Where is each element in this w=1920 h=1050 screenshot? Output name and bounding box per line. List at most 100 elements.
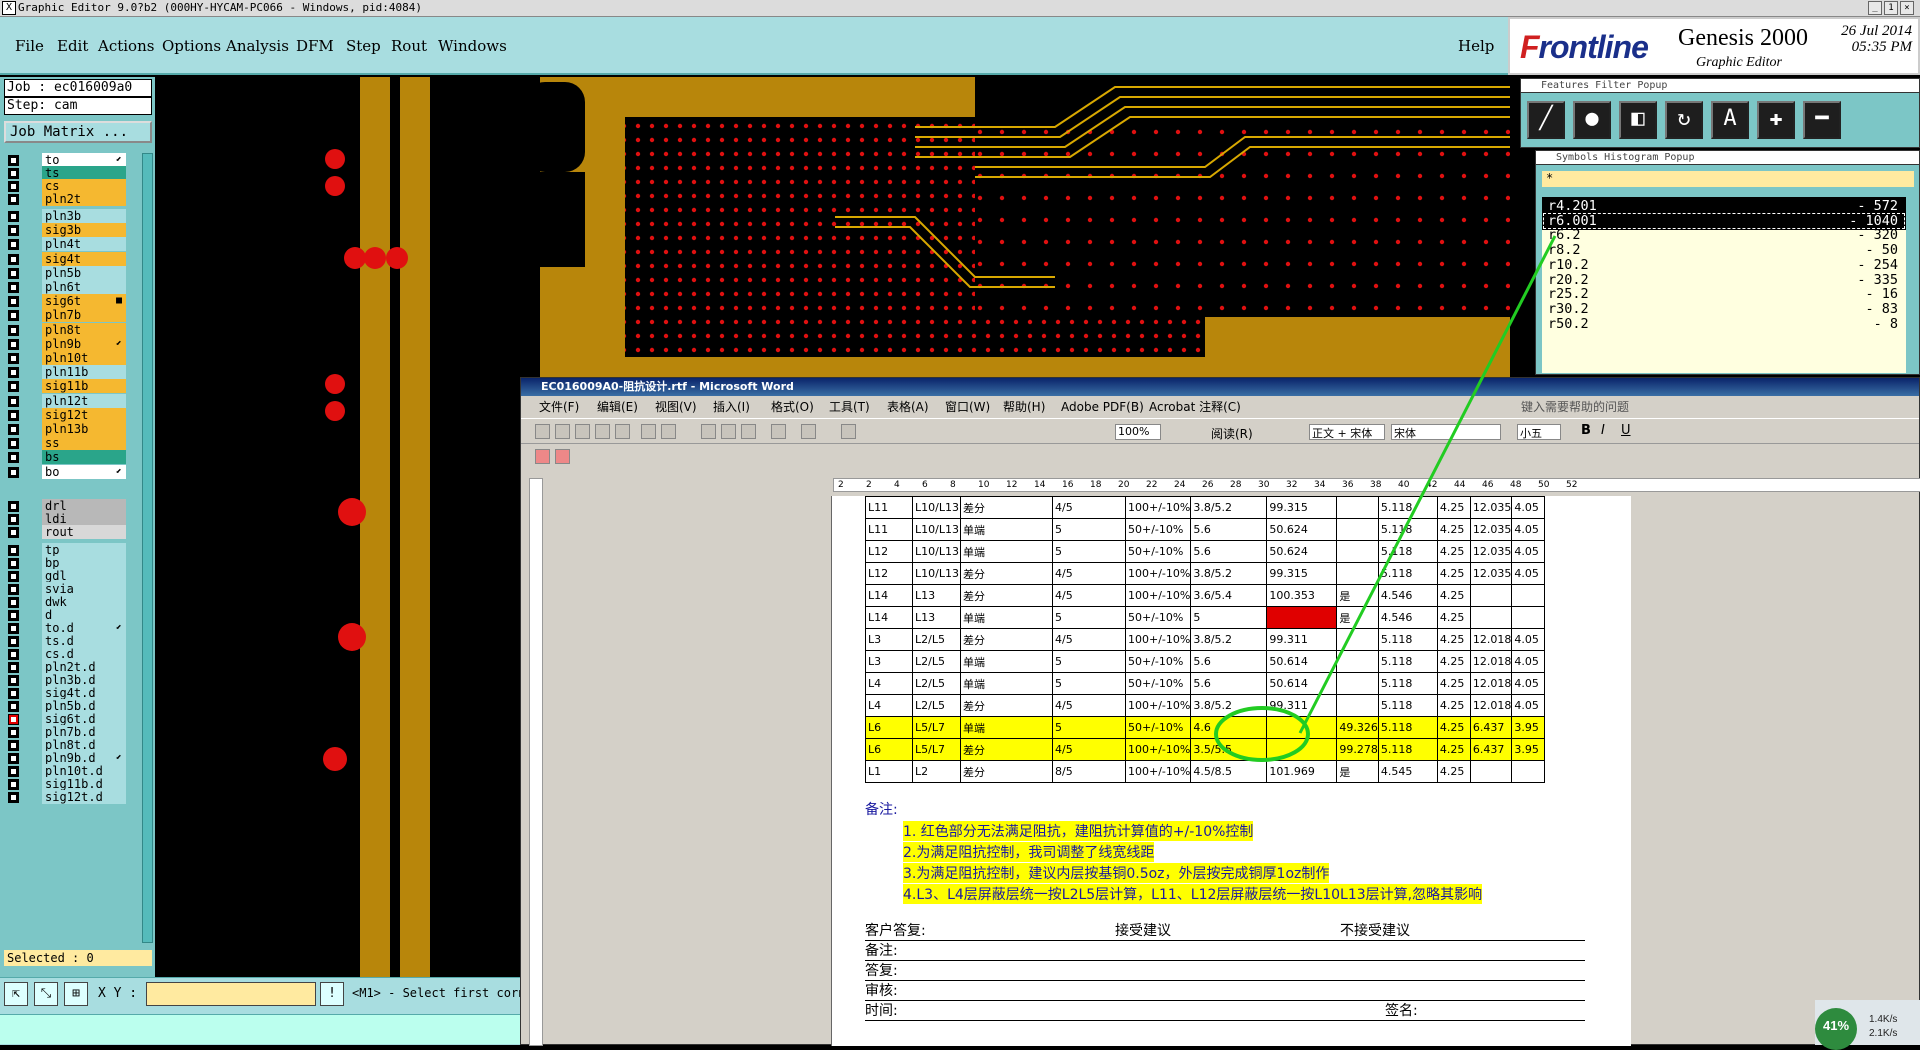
layer-checkbox[interactable] [8,466,19,478]
layer-checkbox[interactable] [8,225,19,237]
word-menu-window[interactable]: 窗口(W) [945,397,990,417]
table-cell[interactable]: 12.018 [1469,672,1513,695]
table-cell[interactable]: 5.118 [1377,738,1438,761]
layer-checkbox[interactable] [8,623,19,634]
word-menu-edit[interactable]: 编辑(E) [597,397,638,417]
layer-checkbox[interactable] [8,409,19,421]
table-cell[interactable]: 4/5 [1052,562,1126,585]
table-cell[interactable]: 4.25 [1436,562,1471,585]
table-cell[interactable] [1336,650,1379,673]
layer-checkbox[interactable] [8,296,19,308]
word-menu-help[interactable]: 帮助(H) [1003,397,1045,417]
table-cell[interactable] [1266,606,1338,629]
layer-row[interactable]: cs [4,179,141,193]
menu-edit[interactable]: Edit [57,37,88,55]
layer-row[interactable]: bs [4,450,141,465]
layer-row[interactable]: rout [4,525,141,539]
table-cell[interactable]: 3.95 [1511,716,1546,739]
table-cell[interactable]: 4/5 [1052,628,1126,651]
xy-input[interactable] [146,982,316,1006]
menu-windows[interactable]: Windows [438,37,507,55]
layer-checkbox[interactable] [8,514,19,525]
print-icon[interactable] [615,424,630,439]
layer-checkbox[interactable] [8,766,19,777]
layer-checkbox[interactable] [8,545,19,556]
layer-row[interactable]: pln9b.d ⬋ [4,751,141,765]
table-cell[interactable]: 12.035 [1469,496,1513,519]
table-cell[interactable]: 5 [1052,672,1126,695]
underline-button[interactable]: U [1621,423,1631,438]
table-cell[interactable] [1336,672,1379,695]
layer-row[interactable]: ts [4,166,141,180]
table-cell[interactable]: 4/5 [1052,738,1126,761]
layer-checkbox[interactable] [8,636,19,647]
table-cell[interactable]: L4 [865,672,913,695]
table-cell[interactable]: L5/L7 [912,738,961,761]
help-search-box[interactable]: 键入需要帮助的问题 [1521,397,1629,417]
table-cell[interactable]: 4/5 [1052,584,1126,607]
layer-checkbox[interactable] [8,452,19,464]
pad-icon[interactable]: ● [1573,101,1611,139]
table-cell[interactable]: L1 [865,760,913,783]
restore-button[interactable]: 1 [1884,1,1898,15]
table-cell[interactable]: 50.614 [1266,650,1338,673]
layer-checkbox[interactable] [8,597,19,608]
table-cell[interactable]: 是 [1336,760,1379,783]
table-cell[interactable]: 3.8/5.2 [1190,628,1268,651]
table-cell[interactable]: 100.353 [1266,584,1338,607]
table-cell[interactable]: L6 [865,716,913,739]
table-cell[interactable]: 100+/-10% [1124,694,1192,717]
layer-checkbox[interactable] [8,688,19,699]
table-cell[interactable]: 5 [1190,606,1268,629]
menu-file[interactable]: File [15,37,44,55]
table-cell[interactable]: 差分 [960,562,1053,585]
print-preview-icon[interactable] [641,424,656,439]
table-cell[interactable]: 4.25 [1436,716,1471,739]
table-cell[interactable]: 4.5/8.5 [1190,760,1268,783]
layer-checkbox[interactable] [8,324,19,336]
table-cell[interactable]: 100+/-10% [1124,562,1192,585]
layer-checkbox[interactable] [8,155,19,166]
table-cell[interactable]: 3.8/5.2 [1190,496,1268,519]
table-cell[interactable]: L10/L13 [912,540,961,563]
table-cell[interactable]: 99.311 [1266,628,1338,651]
table-cell[interactable]: 12.035 [1469,518,1513,541]
table-cell[interactable] [1469,584,1513,607]
table-cell[interactable]: 单端 [960,540,1053,563]
table-cell[interactable]: 100+/-10% [1124,628,1192,651]
layer-checkbox[interactable] [8,438,19,450]
table-cell[interactable]: L13 [912,584,961,607]
table-cell[interactable]: 99.315 [1266,496,1338,519]
table-cell[interactable]: 4.25 [1436,584,1471,607]
table-cell[interactable]: 4.546 [1377,584,1438,607]
surface-icon[interactable]: ◧ [1619,101,1657,139]
table-cell[interactable]: 49.326 [1336,716,1379,739]
measure-icon[interactable]: ⤡ [34,982,58,1006]
table-cell[interactable]: L12 [865,540,913,563]
layer-checkbox[interactable] [8,662,19,673]
layer-row[interactable]: ts.d [4,634,141,648]
table-cell[interactable]: 50+/-10% [1124,650,1192,673]
bold-button[interactable]: B [1581,423,1591,438]
layer-row[interactable]: bp [4,556,141,570]
table-cell[interactable]: 3.6/5.4 [1190,584,1268,607]
table-cell[interactable]: 单端 [960,518,1053,541]
system-tray-monitor[interactable]: 41% 1.4K/s 2.1K/s [1815,1000,1920,1050]
open-icon[interactable] [555,424,570,439]
table-cell[interactable]: 50.624 [1266,518,1338,541]
word-menu-view[interactable]: 视图(V) [655,397,697,417]
minimize-button[interactable]: _ [1868,1,1882,15]
table-cell[interactable]: L4 [865,694,913,717]
app-icon[interactable]: X [2,1,16,15]
table-cell[interactable]: 4.05 [1511,672,1546,695]
table-cell[interactable]: 12.018 [1469,628,1513,651]
table-cell[interactable]: 3.95 [1511,738,1546,761]
table-cell[interactable]: 4.25 [1436,760,1471,783]
word-menu-table[interactable]: 表格(A) [887,397,929,417]
table-cell[interactable]: 4.25 [1436,518,1471,541]
layer-row[interactable]: to ⬋ [4,153,141,167]
layer-checkbox[interactable] [8,610,19,621]
layer-checkbox[interactable] [8,792,19,803]
table-cell[interactable]: 4.25 [1436,650,1471,673]
layer-row[interactable]: sig11b.d [4,777,141,791]
